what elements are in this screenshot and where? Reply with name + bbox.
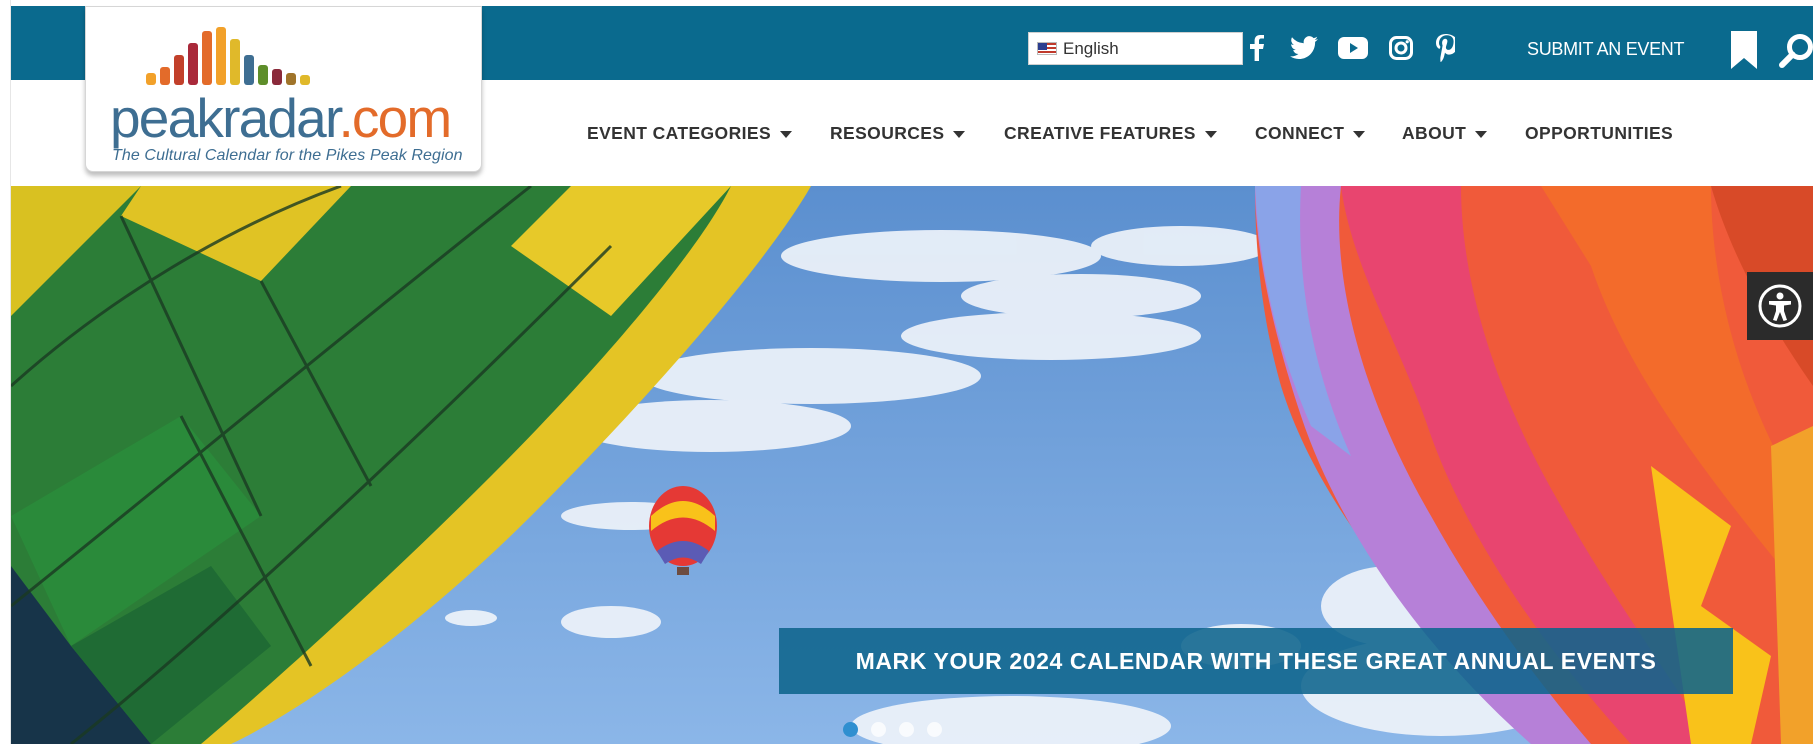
slider-dots [843, 722, 942, 737]
instagram-icon[interactable] [1386, 30, 1416, 66]
caret-down-icon [1353, 130, 1366, 138]
caret-down-icon [780, 130, 793, 138]
slider-dot[interactable] [899, 722, 914, 737]
logo-tagline: The Cultural Calendar for the Pikes Peak… [112, 147, 463, 164]
language-select[interactable]: English [1028, 32, 1243, 65]
accessibility-icon [1758, 284, 1802, 328]
nav-label: ABOUT [1402, 122, 1467, 143]
slider-dot[interactable] [927, 722, 942, 737]
nav-label: RESOURCES [830, 122, 945, 143]
nav-label: CONNECT [1255, 122, 1345, 143]
submit-event-link[interactable]: SUBMIT AN EVENT [1527, 36, 1685, 62]
nav-label: CREATIVE FEATURES [1004, 122, 1196, 143]
nav-connect[interactable]: CONNECT [1255, 120, 1366, 146]
pinterest-icon[interactable] [1431, 30, 1459, 66]
nav-event-categories[interactable]: EVENT CATEGORIES [587, 120, 793, 146]
logo-bars-icon [146, 27, 310, 85]
nav-label: OPPORTUNITIES [1525, 122, 1674, 143]
twitter-icon[interactable] [1288, 30, 1320, 66]
slider-dot[interactable] [871, 722, 886, 737]
caret-down-icon [1475, 130, 1488, 138]
facebook-icon[interactable] [1243, 30, 1271, 66]
hero-caption[interactable]: MARK YOUR 2024 CALENDAR WITH THESE GREAT… [779, 628, 1733, 694]
logo-wordmark: peakradar.com [110, 91, 452, 146]
nav-creative-features[interactable]: CREATIVE FEATURES [1004, 120, 1217, 146]
language-select-value: English [1063, 38, 1119, 58]
hero-slider: MARK YOUR 2024 CALENDAR WITH THESE GREAT… [11, 186, 1813, 744]
nav-resources[interactable]: RESOURCES [830, 120, 966, 146]
logo-wordmark-suffix: .com [338, 87, 452, 149]
nav-opportunities[interactable]: OPPORTUNITIES [1525, 120, 1673, 146]
youtube-icon[interactable] [1336, 30, 1370, 66]
us-flag-icon [1037, 42, 1057, 55]
nav-about[interactable]: ABOUT [1402, 120, 1488, 146]
left-gutter [0, 0, 11, 744]
caret-down-icon [953, 130, 966, 138]
search-icon[interactable] [1779, 33, 1813, 69]
nav-label: EVENT CATEGORIES [587, 122, 772, 143]
caret-down-icon [1204, 130, 1217, 138]
site-logo[interactable]: peakradar.com The Cultural Calendar for … [85, 6, 482, 172]
logo-wordmark-main: peakradar [110, 87, 340, 149]
accessibility-button[interactable] [1747, 272, 1813, 340]
bookmark-icon[interactable] [1729, 31, 1759, 69]
page: English SUBMIT AN EVENT EVENT CATEGORIES [0, 0, 1813, 744]
slider-dot[interactable] [843, 722, 858, 737]
